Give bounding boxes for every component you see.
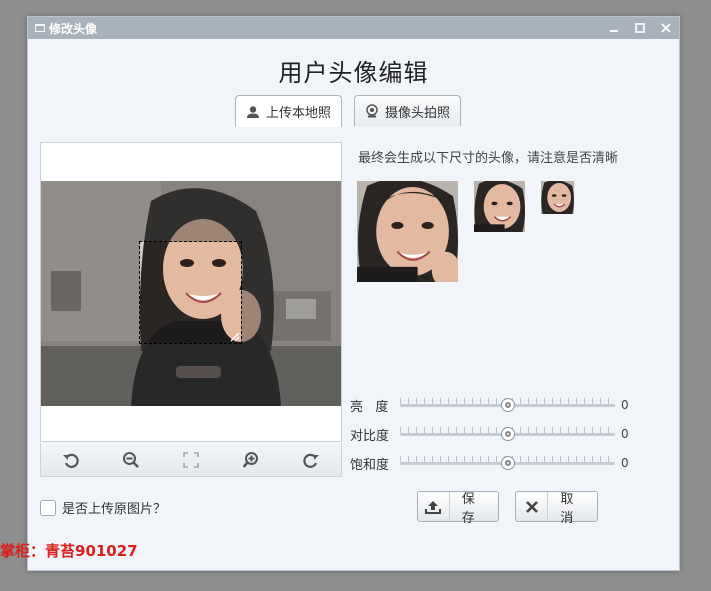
avatar-editor-window: 修改头像 用户头像编辑 上传本地照 摄像头拍照 最终会生成以下尺寸的头像，请注意… [27, 16, 680, 571]
rotate-left-button[interactable] [59, 448, 83, 472]
rotate-left-icon [63, 453, 79, 468]
crop-resize-handle[interactable] [230, 332, 240, 342]
size-hint: 最终会生成以下尺寸的头像，请注意是否清晰 [358, 151, 619, 166]
contrast-slider-thumb[interactable] [500, 427, 515, 441]
user-icon [247, 105, 259, 118]
save-label: 保存 [461, 491, 475, 526]
contrast-slider-row: 对比度 0 [350, 425, 629, 444]
maximize-button[interactable] [633, 21, 647, 35]
rotate-right-icon [303, 453, 319, 468]
minimize-button[interactable] [607, 21, 621, 35]
tab-label: 摄像头拍照 [385, 105, 451, 121]
tab-label: 上传本地照 [266, 106, 332, 121]
minimize-icon [610, 30, 618, 32]
crop-selection[interactable] [139, 241, 242, 344]
page-title: 用户头像编辑 [278, 59, 429, 87]
brightness-value: 0 [621, 398, 629, 412]
tab-webcam[interactable]: 摄像头拍照 [354, 95, 462, 126]
avatar-preview-large [357, 181, 458, 282]
contrast-label: 对比度 [350, 428, 390, 444]
close-button[interactable] [659, 21, 673, 35]
window-controls [607, 17, 673, 39]
close-icon [661, 23, 671, 33]
upload-original-label: 是否上传原图片？ [62, 502, 167, 517]
contrast-slider[interactable] [400, 425, 615, 443]
brightness-slider[interactable] [400, 396, 615, 414]
maximize-icon [635, 23, 645, 33]
fit-button[interactable] [179, 448, 203, 472]
resize-grip-icon [230, 332, 240, 342]
avatar-medium-image [474, 181, 525, 232]
upload-original-checkbox[interactable] [40, 499, 56, 516]
contrast-value: 0 [621, 427, 629, 441]
avatar-large-image [357, 181, 458, 282]
rotate-right-button[interactable] [299, 448, 323, 472]
avatar-preview-medium [474, 181, 525, 232]
save-button[interactable]: 保存 [417, 491, 499, 526]
window-title: 修改头像 [49, 21, 98, 36]
zoom-out-button[interactable] [119, 448, 143, 472]
brightness-label: 亮 度 [350, 399, 389, 415]
watermark-text: 掌柜：青苔901027 [0, 542, 138, 560]
brightness-slider-row: 亮 度 0 [350, 396, 629, 415]
saturation-slider-thumb[interactable] [500, 456, 515, 470]
crop-preview-area [40, 142, 342, 442]
saturation-label: 饱和度 [350, 457, 390, 473]
source-tabs: 上传本地照 摄像头拍照 [235, 95, 462, 127]
upload-original-option: 是否上传原图片？ [40, 498, 166, 517]
brightness-slider-thumb[interactable] [500, 398, 515, 412]
upload-icon [418, 492, 450, 521]
saturation-slider[interactable] [400, 454, 615, 472]
webcam-icon [366, 104, 378, 118]
cancel-label: 取消 [560, 491, 574, 526]
window-app-icon [35, 24, 45, 32]
title-bar: 修改头像 [28, 17, 679, 39]
fit-icon [183, 451, 199, 468]
avatar-preview-small [541, 181, 574, 214]
tab-upload-local[interactable]: 上传本地照 [235, 95, 343, 127]
image-toolbar [40, 443, 342, 477]
zoom-in-button[interactable] [239, 448, 263, 472]
source-photo [41, 181, 341, 406]
cancel-button[interactable]: 取消 [515, 491, 598, 526]
close-x-icon [516, 492, 549, 521]
crop-selection-image [140, 242, 241, 343]
zoom-out-icon [123, 451, 139, 468]
zoom-in-icon [242, 451, 258, 468]
saturation-value: 0 [621, 456, 629, 470]
avatar-small-image [541, 181, 574, 214]
saturation-slider-row: 饱和度 0 [350, 454, 629, 473]
